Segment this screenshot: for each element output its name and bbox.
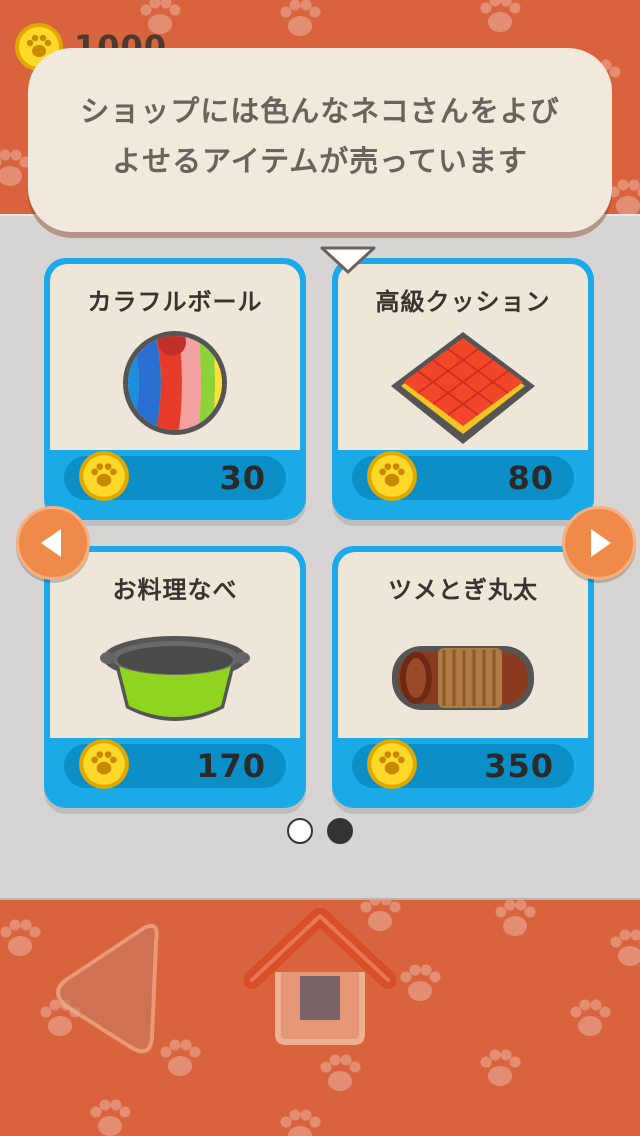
colorful-ball-icon <box>123 331 227 435</box>
shop-item-body: 高級クッション <box>338 264 588 450</box>
price-bar: 30 <box>64 451 286 501</box>
arrow-right-icon <box>591 529 611 557</box>
shop-item-name: お料理なべ <box>112 576 238 604</box>
item-price: 80 <box>507 459 554 497</box>
back-button[interactable] <box>52 920 162 1058</box>
paw-coin-icon <box>367 451 417 501</box>
arrow-left-icon <box>41 529 61 557</box>
shop-item-card[interactable]: お料理なべ 170 <box>44 546 306 808</box>
shop-panel: カラフルボール 30 高級クッション 80 お料理なべ 170 ツメとぎ丸太 3… <box>0 214 640 900</box>
item-price: 350 <box>484 747 554 785</box>
tutorial-speech-bubble[interactable]: ショップには色んなネコさんをよび よせるアイテムが売っています <box>28 48 612 274</box>
page-indicator <box>0 818 640 848</box>
paw-coin-icon <box>79 739 129 789</box>
page-dot[interactable] <box>327 818 353 844</box>
scratching-log-icon <box>392 646 534 710</box>
item-price: 170 <box>196 747 266 785</box>
prev-page-button[interactable] <box>16 506 90 580</box>
paw-coin-icon <box>79 451 129 501</box>
page-dot-active[interactable] <box>287 818 313 844</box>
shop-item-card[interactable]: ツメとぎ丸太 350 <box>332 546 594 808</box>
cushion-icon <box>391 332 535 444</box>
shop-item-card[interactable]: カラフルボール 30 <box>44 258 306 520</box>
shop-item-body: カラフルボール <box>50 264 300 450</box>
price-bar: 350 <box>352 739 574 789</box>
home-button[interactable] <box>244 908 396 1048</box>
shop-item-card[interactable]: 高級クッション 80 <box>332 258 594 520</box>
tutorial-message: ショップには色んなネコさんをよび よせるアイテムが売っています <box>80 94 560 178</box>
price-bar: 170 <box>64 739 286 789</box>
item-price: 30 <box>219 459 266 497</box>
price-bar: 80 <box>352 451 574 501</box>
cooking-pot-icon <box>100 636 250 721</box>
shop-item-body: お料理なべ <box>50 552 300 738</box>
paw-coin-icon <box>367 739 417 789</box>
next-page-button[interactable] <box>562 506 636 580</box>
shop-item-name: ツメとぎ丸太 <box>388 576 538 604</box>
next-message-icon <box>320 246 376 274</box>
shop-item-body: ツメとぎ丸太 <box>338 552 588 738</box>
shop-item-name: 高級クッション <box>375 288 551 316</box>
shop-item-name: カラフルボール <box>87 288 263 316</box>
